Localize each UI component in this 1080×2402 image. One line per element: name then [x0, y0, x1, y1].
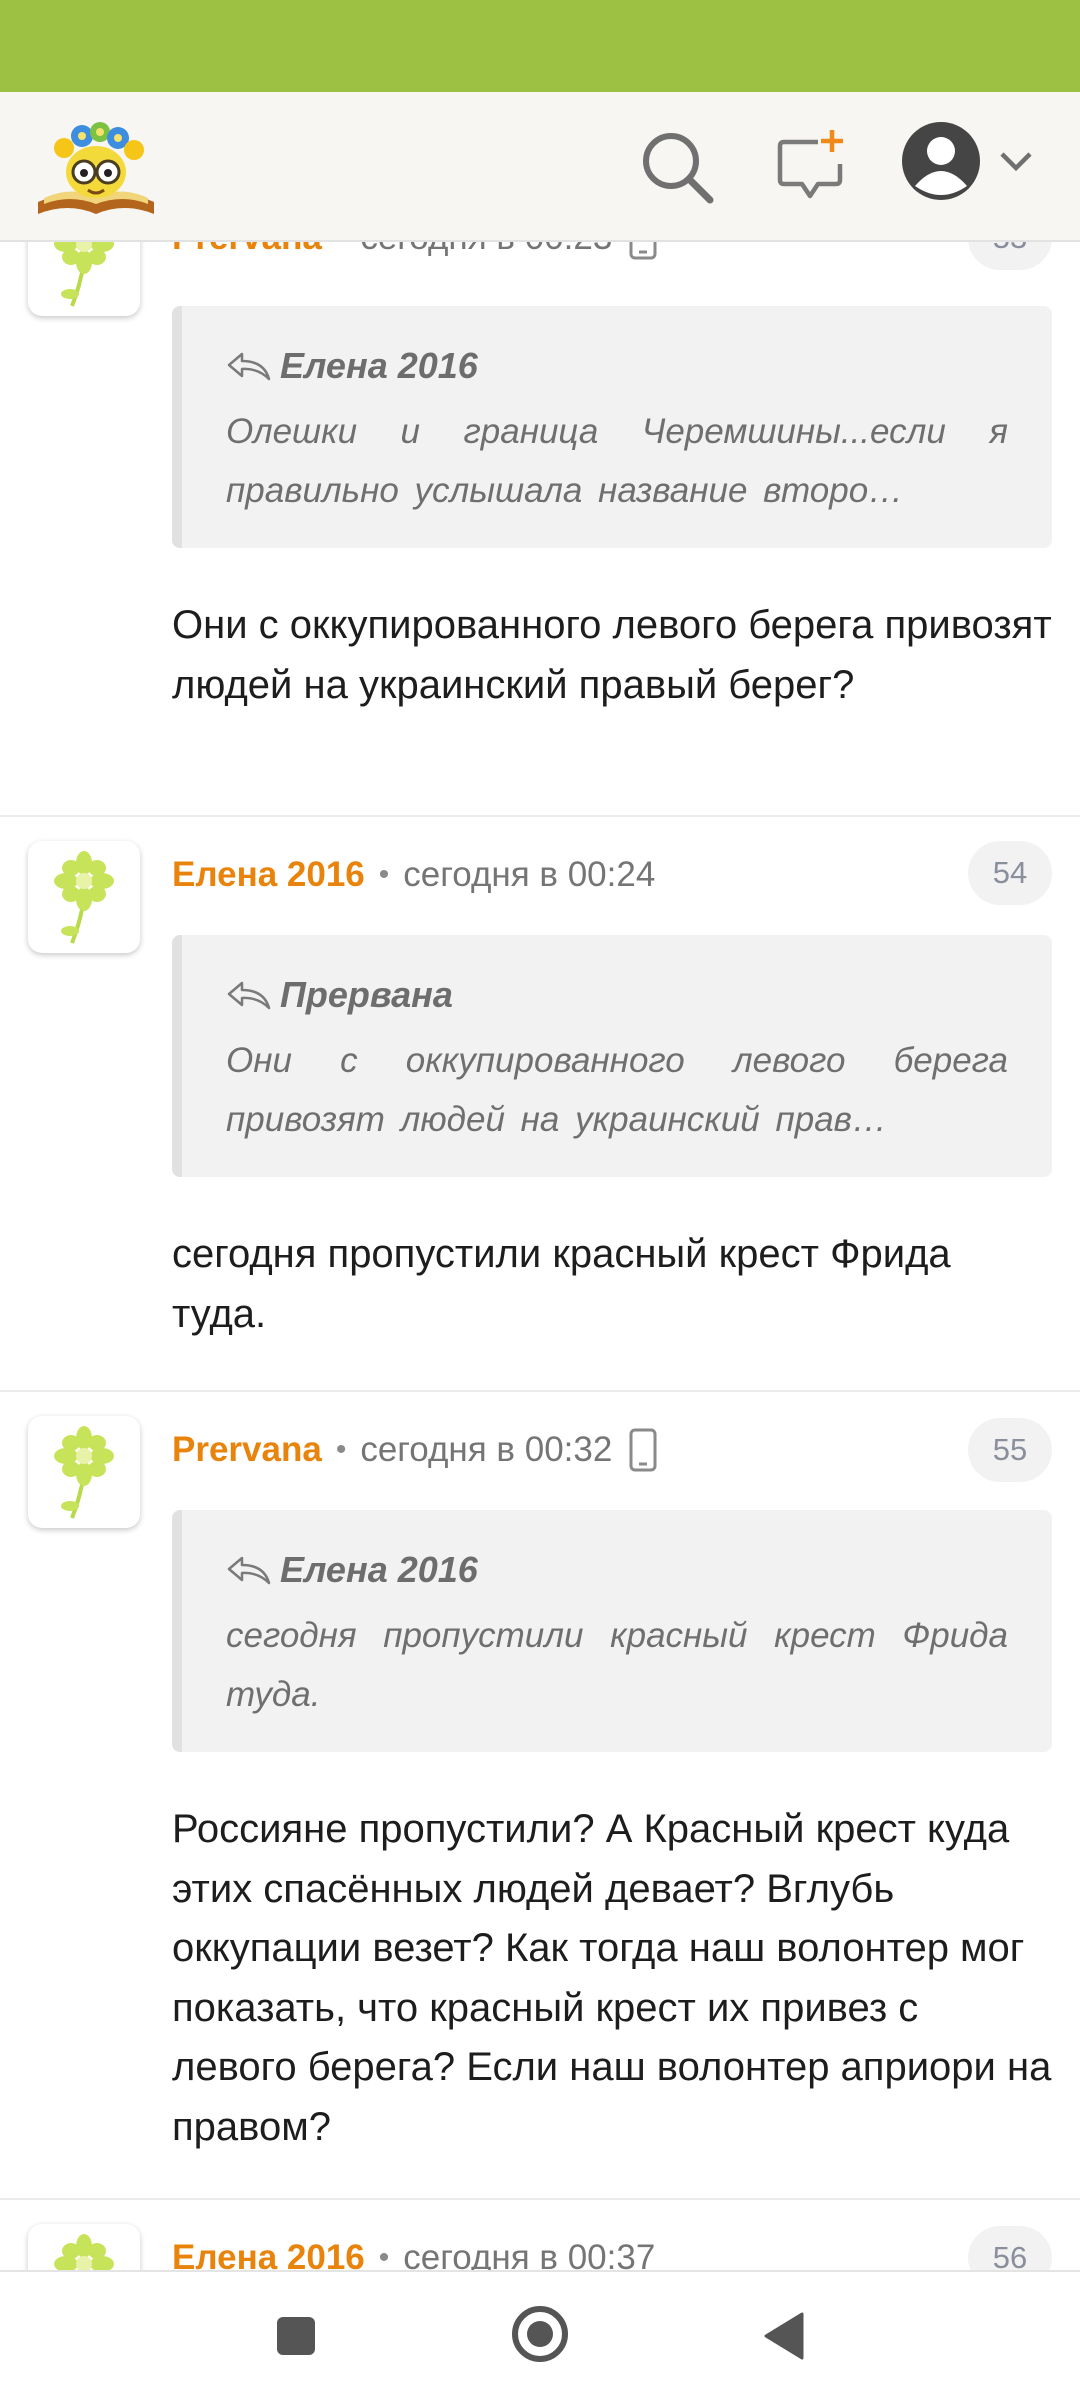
meta-separator: • [336, 240, 347, 255]
comment-text: Они с оккупированного левого берега прив… [172, 603, 1052, 707]
comment-timestamp[interactable]: сегодня в 00:24 [403, 855, 655, 895]
flower-icon [54, 240, 114, 307]
quote-block[interactable]: Елена 2016 сегодня пропустили красный кр… [172, 1510, 1052, 1752]
comment-avatar[interactable] [28, 240, 140, 316]
comment-number-badge[interactable]: 53 [968, 240, 1052, 270]
comment-text: сегодня пропустили красный крест Фрида т… [172, 1232, 951, 1336]
square-recents-icon[interactable] [274, 2314, 318, 2358]
flower-icon [54, 1426, 114, 1519]
quote-text: сегодня пропустили красный крест Фрида т… [226, 1616, 1008, 1714]
meta-separator: • [378, 858, 390, 891]
comment-avatar[interactable] [28, 1416, 140, 1528]
new-message-icon[interactable] [776, 128, 848, 204]
flower-icon [54, 2234, 114, 2270]
flower-icon [54, 851, 114, 944]
comment-text: Россияне пропустили? А Красный крест куд… [172, 1807, 1052, 2149]
account-menu[interactable] [900, 120, 1050, 214]
circle-home-icon[interactable] [510, 2304, 570, 2364]
comment-author[interactable]: Елена 2016 [172, 855, 365, 895]
meta-separator: • [335, 1433, 347, 1466]
reply-arrow-icon [227, 1556, 271, 1585]
triangle-back-icon[interactable] [760, 2310, 806, 2362]
chevron-down-icon [1000, 152, 1032, 172]
comment-number-badge[interactable]: 56 [968, 2226, 1052, 2270]
comment-avatar[interactable] [28, 841, 140, 953]
comment-item: Елена 2016 • сегодня в 00:24 54 Прервана… [0, 815, 1080, 1392]
quote-author: Елена 2016 [280, 1549, 478, 1590]
book-flowers-logo-icon[interactable] [34, 110, 158, 220]
comment-item: Prervana • сегодня в 00:23 53 Елена 2016… [0, 240, 1080, 815]
comment-number-badge[interactable]: 55 [968, 1418, 1052, 1482]
comment-author[interactable]: Елена 2016 [172, 2238, 365, 2270]
comment-timestamp[interactable]: сегодня в 00:37 [403, 2238, 655, 2270]
comment-timestamp[interactable]: сегодня в 00:32 [360, 1430, 612, 1470]
comments-feed: Prervana • сегодня в 00:23 53 Елена 2016… [0, 240, 1080, 2270]
reply-arrow-icon [227, 981, 271, 1010]
reply-arrow-icon [227, 352, 271, 381]
meta-separator: • [378, 2241, 390, 2270]
comment-number-badge[interactable]: 54 [968, 841, 1052, 905]
comment-timestamp[interactable]: сегодня в 00:23 [360, 240, 612, 258]
mobile-device-icon [629, 240, 657, 260]
quote-text: Олешки и граница Черемшины...если я прав… [226, 412, 1008, 510]
app-header [0, 92, 1080, 242]
comment-item: Елена 2016 • сегодня в 00:37 56 [0, 2198, 1080, 2270]
user-avatar-icon [902, 122, 980, 200]
quote-block[interactable]: Елена 2016 Олешки и граница Черемшины...… [172, 306, 1052, 548]
comment-author[interactable]: Prervana [172, 240, 322, 258]
quote-author: Прервана [280, 974, 453, 1015]
quote-author: Елена 2016 [280, 345, 478, 386]
quote-text: Они с оккупированного левого берега прив… [226, 1041, 1008, 1139]
status-bar [0, 0, 1080, 92]
quote-block[interactable]: Прервана Они с оккупированного левого бе… [172, 935, 1052, 1177]
comment-author[interactable]: Prervana [172, 1430, 322, 1470]
mobile-device-icon [629, 1428, 657, 1472]
comment-item: Prervana • сегодня в 00:32 55 Елена 2016… [0, 1390, 1080, 2200]
system-navigation-bar [0, 2270, 1080, 2402]
comment-avatar[interactable] [28, 2224, 140, 2270]
search-icon[interactable] [640, 130, 714, 204]
